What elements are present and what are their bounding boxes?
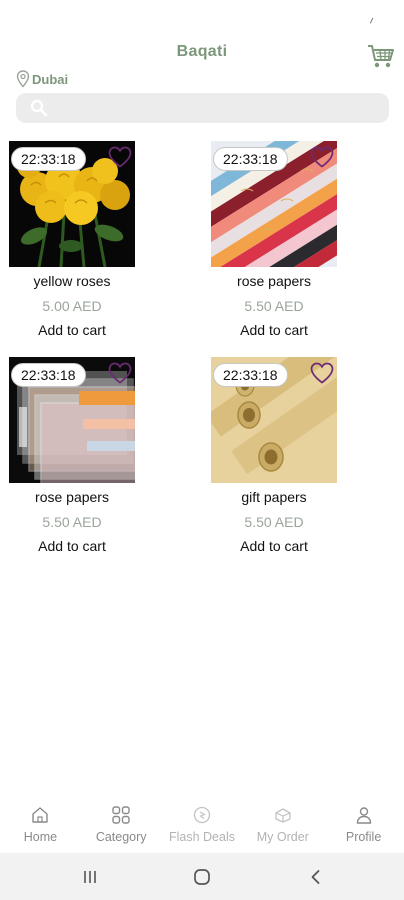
location-label: Dubai	[32, 71, 69, 87]
favorite-button[interactable]	[309, 145, 335, 169]
favorite-button[interactable]	[309, 361, 335, 385]
flash-deals-icon	[191, 804, 213, 826]
nav-label-flash-deals: Flash Deals	[168, 830, 235, 844]
product-card[interactable]: 22:33:18 yellow roses 5.00 AED Add to ca…	[9, 141, 189, 341]
product-name: yellow roses	[33, 273, 111, 289]
grid-icon	[110, 804, 132, 826]
add-to-cart-button[interactable]: Add to cart	[9, 538, 135, 554]
nav-label-my-order: My Order	[256, 830, 309, 844]
add-to-cart-button[interactable]: Add to cart	[9, 322, 135, 338]
nav-home[interactable]: Home	[0, 795, 81, 853]
product-price: 5.50 AED	[42, 514, 102, 530]
system-home-button[interactable]	[190, 865, 214, 889]
recent-apps-icon	[84, 871, 96, 883]
product-card[interactable]: 22:33:18 rose papers 5.50 AED Add to car…	[211, 141, 391, 341]
profile-icon	[353, 804, 375, 826]
recent-apps-button[interactable]	[78, 865, 102, 889]
nav-category[interactable]: Category	[81, 795, 162, 853]
status-indicator	[369, 17, 376, 25]
home-icon	[29, 804, 51, 826]
heart-icon	[108, 146, 132, 168]
heart-icon	[310, 146, 334, 168]
countdown-timer: 22:33:18	[11, 147, 86, 171]
product-price: 5.00 AED	[42, 298, 102, 314]
heart-icon	[310, 362, 334, 384]
cart-icon	[368, 45, 394, 68]
favorite-button[interactable]	[107, 145, 133, 169]
add-to-cart-button[interactable]: Add to cart	[211, 322, 337, 338]
product-name: rose papers	[237, 273, 311, 289]
nav-label-home: Home	[23, 830, 58, 844]
back-button[interactable]	[304, 865, 328, 889]
nav-flash-deals[interactable]: Flash Deals	[162, 795, 243, 853]
product-name: gift papers	[241, 489, 307, 505]
product-name: rose papers	[35, 489, 109, 505]
app-title: Baqati	[176, 43, 228, 60]
system-nav-bar	[0, 853, 404, 900]
search-bar[interactable]	[16, 93, 389, 123]
cart-button[interactable]	[366, 42, 396, 70]
product-price: 5.50 AED	[244, 514, 304, 530]
bottom-nav: Home Category Flash Deals My Order Profi…	[0, 795, 404, 853]
search-icon	[30, 99, 48, 117]
countdown-timer: 22:33:18	[213, 147, 288, 171]
order-icon	[272, 804, 294, 826]
countdown-timer: 22:33:18	[11, 363, 86, 387]
product-card[interactable]: 22:33:18 gift papers 5.50 AED Add to car…	[211, 357, 391, 557]
back-icon	[311, 870, 320, 884]
add-to-cart-button[interactable]: Add to cart	[211, 538, 337, 554]
home-circle-icon	[194, 869, 210, 885]
favorite-button[interactable]	[107, 361, 133, 385]
nav-label-category: Category	[95, 830, 147, 844]
nav-profile[interactable]: Profile	[323, 795, 404, 853]
app-header: Baqati	[0, 38, 404, 72]
product-price: 5.50 AED	[244, 298, 304, 314]
nav-my-order[interactable]: My Order	[242, 795, 323, 853]
heart-icon	[108, 362, 132, 384]
countdown-timer: 22:33:18	[213, 363, 288, 387]
product-card[interactable]: 22:33:18 rose papers 5.50 AED Add to car…	[9, 357, 189, 557]
search-input[interactable]	[58, 93, 381, 123]
location-selector[interactable]: Dubai	[16, 70, 68, 88]
nav-label-profile: Profile	[345, 830, 382, 844]
location-pin-icon	[16, 70, 30, 88]
